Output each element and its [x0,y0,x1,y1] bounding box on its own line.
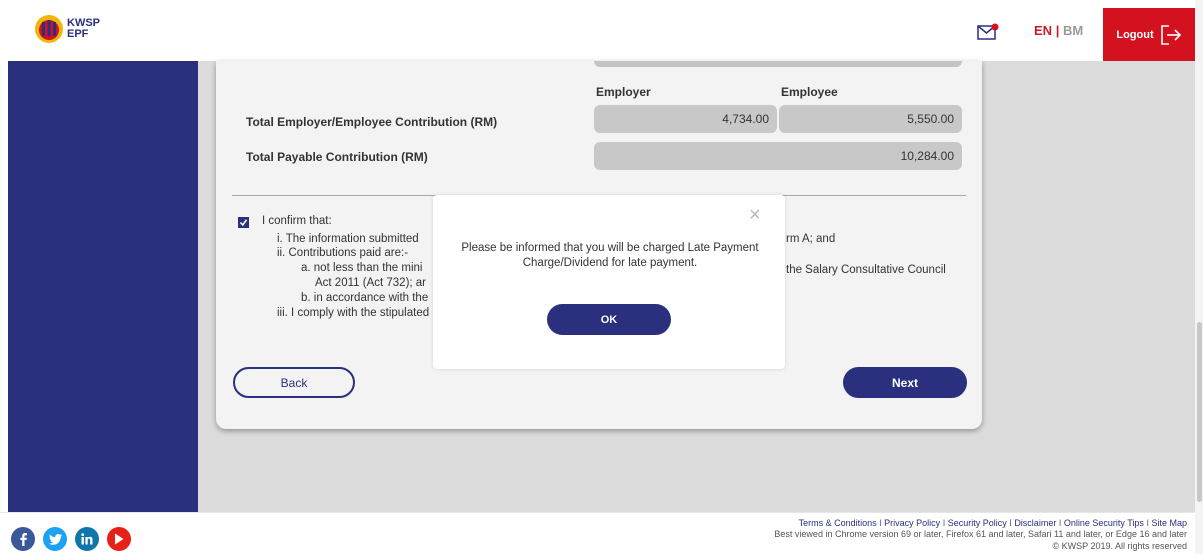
footer-link-security[interactable]: Security Policy [948,518,1007,528]
footer-links: Terms & Conditions I Privacy Policy I Se… [799,518,1187,528]
footer-link-separator: I [942,518,946,528]
header: KWSP EPF EN | BM Logout [0,0,1203,61]
logout-button[interactable]: Logout [1103,8,1195,61]
lang-en-link[interactable]: EN [1034,23,1052,38]
confirm-item-ii-a-cont: Act 2011 (Act 732); ar [315,277,427,289]
lang-separator: | [1055,23,1060,38]
kwsp-logo[interactable]: KWSP EPF [34,14,100,44]
lang-bm-link[interactable]: BM [1063,23,1083,38]
modal-message: Please be informed that you will be char… [461,242,759,269]
modal-ok-button[interactable]: OK [547,304,671,335]
confirm-item-i-tail: rm A; and [786,233,836,245]
total-payable-field: 10,284.00 [594,142,962,170]
footer-link-separator: I [1009,518,1012,528]
facebook-icon[interactable] [11,527,35,551]
checkmark-icon [239,219,248,227]
page-scrollbar[interactable] [1197,322,1202,502]
confirm-checkbox[interactable] [238,217,249,228]
footer-link-separator: I [1146,518,1149,528]
employer-column-heading: Employer [596,85,651,99]
logout-icon [1160,24,1181,45]
footer-link-privacy[interactable]: Privacy Policy [884,518,940,528]
confirm-item-ii-a-tail: the Salary Consultative Council [786,264,946,276]
footer-link-security-tips[interactable]: Online Security Tips [1064,518,1144,528]
confirm-item-ii-b: b. in accordance with the [301,292,429,304]
back-button[interactable]: Back [233,367,355,398]
modal-close-icon[interactable]: × [749,205,761,225]
employee-total-field: 5,550.00 [779,105,962,133]
sidebar [8,61,198,512]
browser-note: Best viewed in Chrome version 69 or late… [774,529,1187,539]
next-button[interactable]: Next [843,367,967,398]
employer-total-field: 4,734.00 [594,105,777,133]
kwsp-emblem-icon [35,15,63,43]
employee-column-heading: Employee [781,85,838,99]
linkedin-icon[interactable] [75,527,99,551]
language-switcher: EN | BM [1034,23,1083,38]
total-contribution-label: Total Employer/Employee Contribution (RM… [246,115,498,129]
logout-label: Logout [1116,28,1154,41]
youtube-icon[interactable] [107,527,131,551]
footer-link-terms[interactable]: Terms & Conditions [799,518,877,528]
confirm-item-ii: ii. Contributions paid are:- [277,247,409,259]
logo-epf-text: EPF [67,28,89,40]
footer-link-sitemap[interactable]: Site Map [1151,518,1187,528]
confirm-item-iii: iii. I comply with the stipulated [277,307,430,319]
footer-link-separator: I [1058,518,1062,528]
confirm-item-i: i. The information submitted [277,233,419,245]
footer-link-disclaimer[interactable]: Disclaimer [1014,518,1056,528]
top-field-remnant [594,61,962,67]
footer-link-separator: I [879,518,882,528]
confirm-lead-text: I confirm that: [262,215,332,227]
total-payable-label: Total Payable Contribution (RM) [246,150,428,164]
confirm-item-ii-a: a. not less than the mini [301,262,423,274]
late-payment-modal [433,195,785,369]
twitter-icon[interactable] [43,527,67,551]
mail-notification-icon[interactable] [977,23,999,41]
copyright-text: © KWSP 2019. All rights reserved [1052,541,1187,551]
